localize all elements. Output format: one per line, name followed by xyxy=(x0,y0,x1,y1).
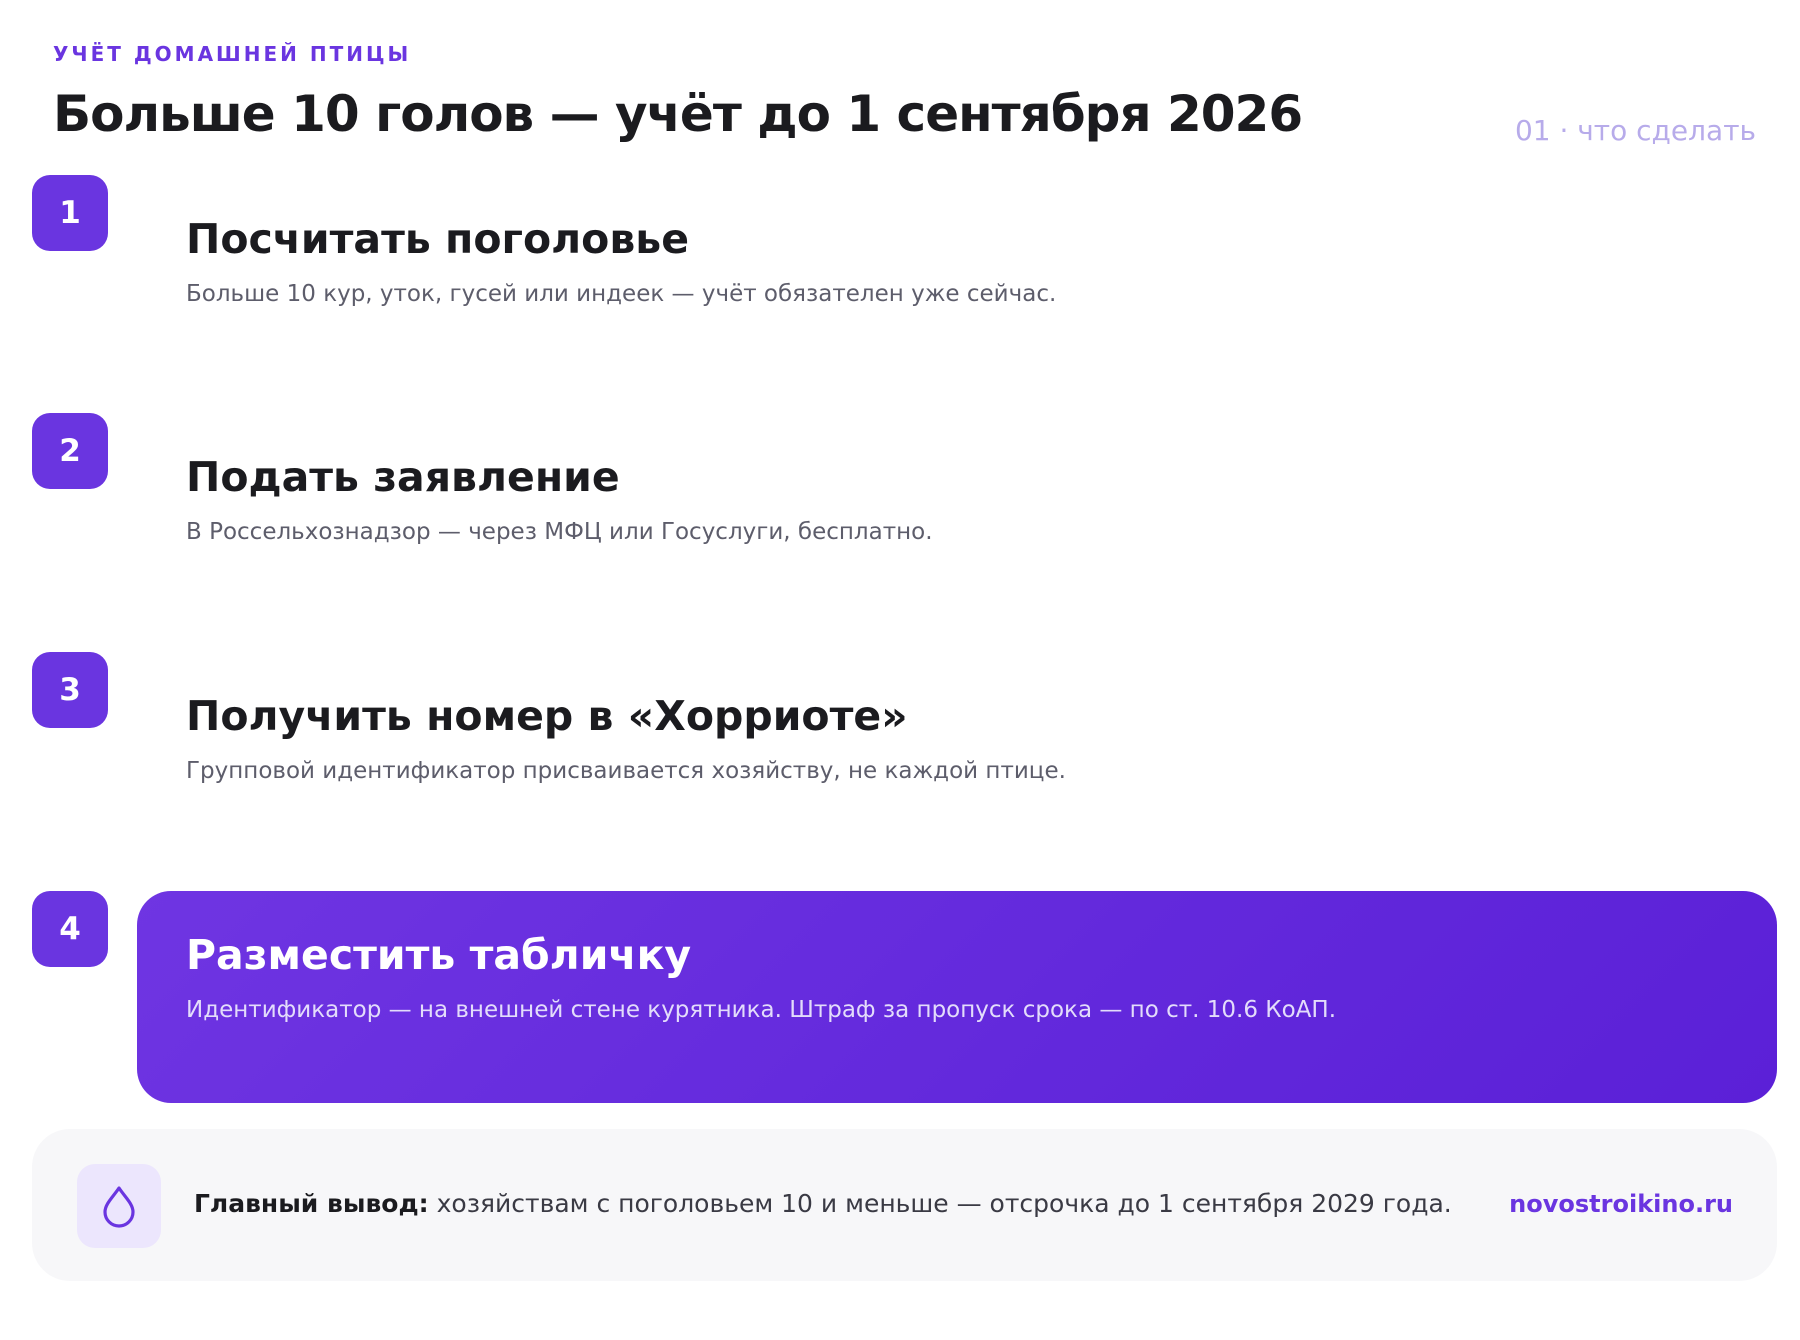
step-description: Групповой идентификатор присваивается хо… xyxy=(186,758,1066,784)
step-card[interactable]: Подать заявление В Россельхознадзор — че… xyxy=(137,413,1777,625)
site-link[interactable]: novostroikino.ru xyxy=(1509,1190,1733,1218)
step-title: Подать заявление xyxy=(186,453,620,501)
step-card-active[interactable]: Разместить табличку Идентификатор — на в… xyxy=(137,891,1777,1103)
step-card[interactable]: Посчитать поголовье Больше 10 кур, уток,… xyxy=(137,175,1777,387)
summary-text: Главный вывод: хозяйствам с поголовьем 1… xyxy=(194,1189,1452,1218)
step-number-badge: 3 xyxy=(32,652,108,728)
step-description: В Россельхознадзор — через МФЦ или Госус… xyxy=(186,519,933,545)
step-title: Получить номер в «Хорриоте» xyxy=(186,692,908,740)
step-card[interactable]: Получить номер в «Хорриоте» Групповой ид… xyxy=(137,652,1777,864)
summary-lead: Главный вывод: xyxy=(194,1189,429,1218)
step-title: Посчитать поголовье xyxy=(186,215,690,263)
kicker: УЧЁТ ДОМАШНЕЙ ПТИЦЫ xyxy=(53,42,412,66)
drop-icon xyxy=(77,1164,161,1248)
page-index: 01 · что сделать xyxy=(1514,114,1756,147)
step-number-badge: 1 xyxy=(32,175,108,251)
summary-body: хозяйствам с поголовьем 10 и меньше — от… xyxy=(428,1189,1452,1218)
step-number-badge: 4 xyxy=(32,891,108,967)
step-description: Идентификатор — на внешней стене курятни… xyxy=(186,997,1337,1023)
page-title: Больше 10 голов — учёт до 1 сентября 202… xyxy=(53,85,1303,143)
step-description: Больше 10 кур, уток, гусей или индеек — … xyxy=(186,281,1057,307)
step-number-badge: 2 xyxy=(32,413,108,489)
summary-panel: Главный вывод: хозяйствам с поголовьем 1… xyxy=(32,1129,1777,1281)
step-title: Разместить табличку xyxy=(186,931,692,979)
